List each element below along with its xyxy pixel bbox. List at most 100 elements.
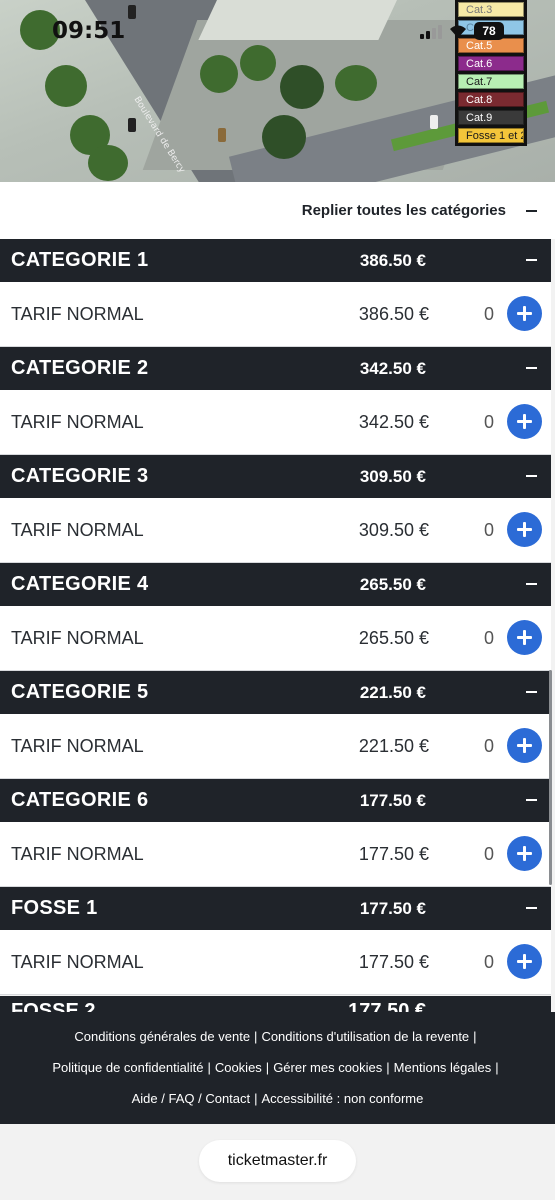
map-building: [198, 0, 402, 40]
footer-link[interactable]: Mentions légales: [394, 1060, 492, 1075]
collapse-minus-icon[interactable]: [526, 907, 537, 909]
tarif-price: 309.50 €: [358, 519, 429, 540]
add-ticket-plus-button[interactable]: [507, 620, 542, 655]
wifi-icon: [448, 23, 468, 39]
map-tree: [262, 115, 306, 159]
category-name: CATEGORIE 1: [11, 249, 149, 271]
category-section: CATEGORIE 6 177.50 € TARIF NORMAL 177.50 € 0: [0, 779, 551, 887]
map-car: [430, 115, 438, 129]
footer-link[interactable]: Accessibilité : non conforme: [262, 1091, 424, 1106]
category-header[interactable]: CATEGORIE 5 221.50 €: [0, 671, 551, 714]
quantity-value: 0: [483, 735, 494, 756]
legend-item: Cat.6: [458, 56, 524, 71]
map-car: [218, 128, 226, 142]
category-name: CATEGORIE 4: [11, 573, 149, 595]
footer-link[interactable]: Aide / FAQ / Contact: [132, 1091, 251, 1106]
footer-link[interactable]: Cookies: [215, 1060, 262, 1075]
category-price: 177.50 €: [348, 1000, 426, 1012]
collapse-minus-icon[interactable]: [526, 691, 537, 693]
collapse-all-row[interactable]: Replier toutes les catégories: [0, 182, 555, 239]
footer-link[interactable]: Politique de confidentialité: [52, 1060, 203, 1075]
category-price: 177.50 €: [359, 898, 426, 918]
add-ticket-plus-button[interactable]: [507, 728, 542, 763]
tarif-row: TARIF NORMAL 265.50 € 0: [0, 606, 551, 670]
tarif-row: TARIF NORMAL 386.50 € 0: [0, 282, 551, 346]
collapse-minus-icon[interactable]: [526, 367, 537, 369]
category-section: CATEGORIE 5 221.50 € TARIF NORMAL 221.50 € 0: [0, 671, 551, 779]
status-icons: 78: [420, 20, 504, 42]
collapse-minus-icon[interactable]: [526, 799, 537, 801]
map-tree: [200, 55, 238, 93]
category-list: CATEGORIE 1 386.50 € TARIF NORMAL 386.50 € 0…: [0, 239, 551, 995]
scrollbar[interactable]: [549, 670, 552, 885]
footer-link[interactable]: Conditions d'utilisation de la revente: [261, 1029, 469, 1044]
status-time: 09:51: [52, 18, 126, 44]
address-bar[interactable]: ticketmaster.fr: [199, 1140, 356, 1182]
category-name: CATEGORIE 3: [11, 465, 149, 487]
collapse-all-label[interactable]: Replier toutes les catégories: [302, 202, 506, 219]
category-price: 342.50 €: [359, 358, 426, 378]
footer-separator: |: [495, 1060, 499, 1075]
tarif-row: TARIF NORMAL 177.50 € 0: [0, 822, 551, 886]
quantity-value: 0: [483, 519, 494, 540]
quantity-value: 0: [483, 951, 494, 972]
category-name: CATEGORIE 2: [11, 357, 149, 379]
category-section: CATEGORIE 3 309.50 € TARIF NORMAL 309.50 € 0: [0, 455, 551, 563]
category-price: 265.50 €: [359, 574, 426, 594]
map-tree: [335, 65, 377, 101]
category-header[interactable]: CATEGORIE 2 342.50 €: [0, 347, 551, 390]
map-car: [128, 118, 136, 132]
browser-bottom-bar: ticketmaster.fr: [0, 1124, 555, 1200]
tarif-label: TARIF NORMAL: [11, 411, 144, 432]
tarif-label: TARIF NORMAL: [11, 843, 144, 864]
tarif-label: TARIF NORMAL: [11, 735, 144, 756]
category-price: 386.50 €: [359, 250, 426, 270]
category-header[interactable]: FOSSE 1 177.50 €: [0, 887, 551, 930]
map-tree: [88, 145, 128, 181]
category-section: CATEGORIE 2 342.50 € TARIF NORMAL 342.50 € 0: [0, 347, 551, 455]
category-name: FOSSE 1: [11, 897, 98, 919]
add-ticket-plus-button[interactable]: [507, 944, 542, 979]
category-name: FOSSE 2: [11, 1000, 96, 1012]
category-section: CATEGORIE 1 386.50 € TARIF NORMAL 386.50 € 0: [0, 239, 551, 347]
collapse-all-minus-icon[interactable]: [526, 209, 537, 212]
category-name: CATEGORIE 6: [11, 789, 149, 811]
tarif-row: TARIF NORMAL 309.50 € 0: [0, 498, 551, 562]
footer-links-row: Politique de confidentialité | Cookies | Gér…: [0, 1060, 555, 1091]
category-price: 177.50 €: [359, 790, 426, 810]
category-header[interactable]: CATEGORIE 4 265.50 €: [0, 563, 551, 606]
category-header[interactable]: CATEGORIE 1 386.50 €: [0, 239, 551, 282]
tarif-label: TARIF NORMAL: [11, 627, 144, 648]
category-header[interactable]: CATEGORIE 3 309.50 €: [0, 455, 551, 498]
collapse-minus-icon[interactable]: [526, 583, 537, 585]
footer-separator: |: [254, 1029, 258, 1044]
tarif-price: 342.50 €: [358, 411, 429, 432]
add-ticket-plus-button[interactable]: [507, 296, 542, 331]
map-tree: [45, 65, 87, 107]
footer-separator: |: [207, 1060, 211, 1075]
tarif-label: TARIF NORMAL: [11, 951, 144, 972]
collapse-minus-icon[interactable]: [526, 259, 537, 261]
tarif-row: TARIF NORMAL 177.50 € 0: [0, 930, 551, 994]
battery-icon: 78: [474, 22, 504, 40]
category-header[interactable]: CATEGORIE 6 177.50 €: [0, 779, 551, 822]
map-tree: [240, 45, 276, 81]
footer: Conditions générales de vente | Conditions…: [0, 1012, 555, 1124]
footer-links-row: Aide / FAQ / Contact | Accessibilité : non…: [0, 1091, 555, 1122]
category-header-peek: FOSSE 2 177.50 €: [0, 996, 551, 1012]
quantity-value: 0: [483, 411, 494, 432]
add-ticket-plus-button[interactable]: [507, 404, 542, 439]
footer-link[interactable]: Conditions générales de vente: [74, 1029, 250, 1044]
add-ticket-plus-button[interactable]: [507, 836, 542, 871]
cellular-signal-icon: [420, 23, 442, 39]
quantity-value: 0: [483, 627, 494, 648]
category-name: CATEGORIE 5: [11, 681, 149, 703]
collapse-minus-icon[interactable]: [526, 475, 537, 477]
map-car: [128, 5, 136, 19]
category-price: 309.50 €: [359, 466, 426, 486]
category-section: CATEGORIE 4 265.50 € TARIF NORMAL 265.50 € 0: [0, 563, 551, 671]
tarif-row: TARIF NORMAL 342.50 € 0: [0, 390, 551, 454]
footer-link[interactable]: Gérer mes cookies: [273, 1060, 382, 1075]
add-ticket-plus-button[interactable]: [507, 512, 542, 547]
category-section: FOSSE 1 177.50 € TARIF NORMAL 177.50 € 0: [0, 887, 551, 995]
